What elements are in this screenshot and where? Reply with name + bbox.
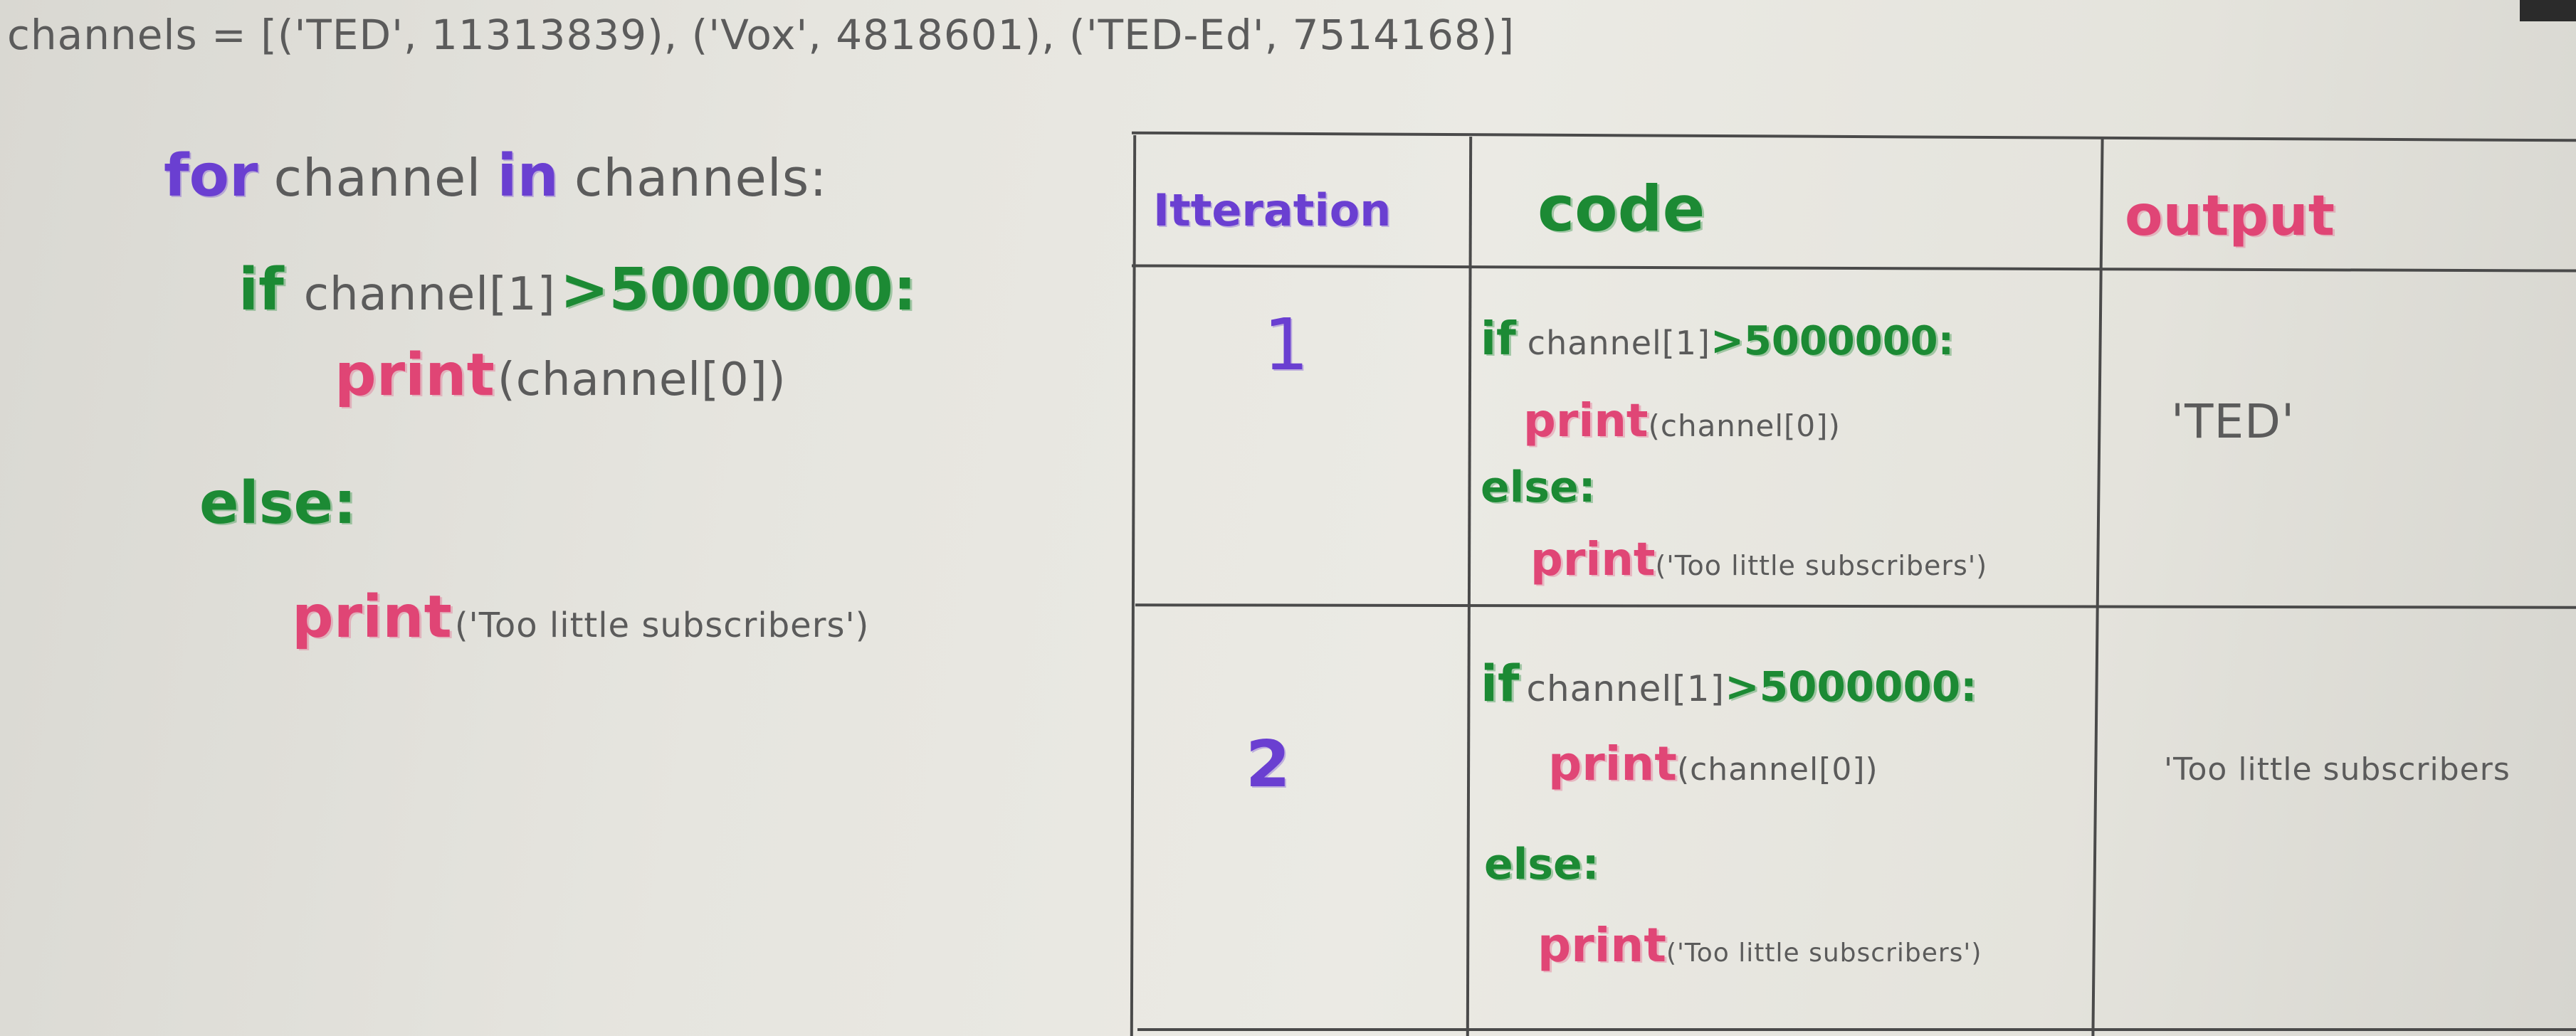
for-iterable: channels: (574, 148, 828, 208)
row2-if-line: if channel[1] >5000000: (1481, 655, 1977, 713)
paper-edge (2520, 0, 2576, 21)
row2-if-comparison: >5000000: (1725, 662, 1977, 711)
row2-if-keyword: if (1481, 655, 1520, 713)
row2-print2-line: print ('Too little subscribers') (1537, 918, 1982, 973)
header-output: output (2125, 184, 2335, 248)
print2-line: print ('Too little subscribers') (292, 583, 869, 651)
row1-if-comparison: >5000000: (1710, 318, 1955, 364)
row2-print-keyword: print (1548, 736, 1677, 791)
row2-iteration: 2 (1246, 727, 1290, 802)
row1-if-keyword: if (1481, 313, 1516, 366)
row2-else-keyword: else: (1484, 840, 1599, 889)
header-code: code (1537, 172, 1705, 245)
channels-assignment: channels = [('TED', 11313839), ('Vox', 4… (7, 11, 1515, 59)
for-keyword: for (164, 142, 258, 210)
else-line: else: (199, 470, 357, 537)
row1-print2-keyword: print (1530, 534, 1656, 586)
in-keyword: in (497, 142, 559, 210)
if-comparison: >5000000: (559, 256, 917, 324)
row1-else-keyword: else: (1481, 462, 1596, 512)
table-border-bottom (1137, 1028, 2576, 1031)
if-expression: channel[1] (303, 268, 556, 321)
row1-print2-line: print ('Too little subscribers') (1530, 534, 1987, 586)
row2-else-line: else: (1484, 840, 1599, 889)
for-line: for channel in channels: (164, 142, 828, 210)
row2-output: 'Too little subscribers (2164, 751, 2511, 788)
row2-print-line: print (channel[0]) (1548, 736, 1878, 791)
row2-print-argument: (channel[0]) (1676, 751, 1878, 788)
if-line: if channel[1] >5000000: (238, 256, 917, 324)
if-keyword: if (238, 256, 284, 324)
row1-if-expression: channel[1] (1527, 324, 1710, 362)
print-keyword: print (335, 342, 495, 409)
table-border-left (1130, 134, 1137, 1036)
else-keyword: else: (199, 470, 357, 537)
header-iteration: Itteration (1153, 184, 1392, 236)
table-header-divider (1131, 264, 2576, 273)
row1-print-keyword: print (1523, 395, 1649, 448)
row1-output: 'TED' (2171, 394, 2296, 449)
print2-keyword: print (292, 583, 452, 651)
row1-if-line: if channel[1] >5000000: (1481, 313, 1954, 366)
row1-print-argument: (channel[0]) (1648, 408, 1841, 443)
print-argument: (channel[0]) (497, 354, 787, 406)
print-line: print (channel[0]) (335, 342, 787, 409)
for-variable: channel (273, 148, 482, 208)
row2-print2-argument: ('Too little subscribers') (1666, 939, 1982, 968)
table-col-divider-1 (1466, 136, 1473, 1036)
print2-argument: ('Too little subscribers') (454, 606, 870, 645)
row2-if-expression: channel[1] (1526, 668, 1725, 709)
row1-else-line: else: (1481, 462, 1596, 512)
table-row-divider (1135, 603, 2576, 609)
table-col-divider-2 (2091, 139, 2104, 1036)
row2-print2-keyword: print (1537, 918, 1666, 973)
table-border-top (1132, 131, 2576, 142)
row1-print2-argument: ('Too little subscribers') (1655, 550, 1988, 581)
row1-print-line: print (channel[0]) (1523, 395, 1841, 448)
row1-iteration: 1 (1263, 303, 1309, 386)
